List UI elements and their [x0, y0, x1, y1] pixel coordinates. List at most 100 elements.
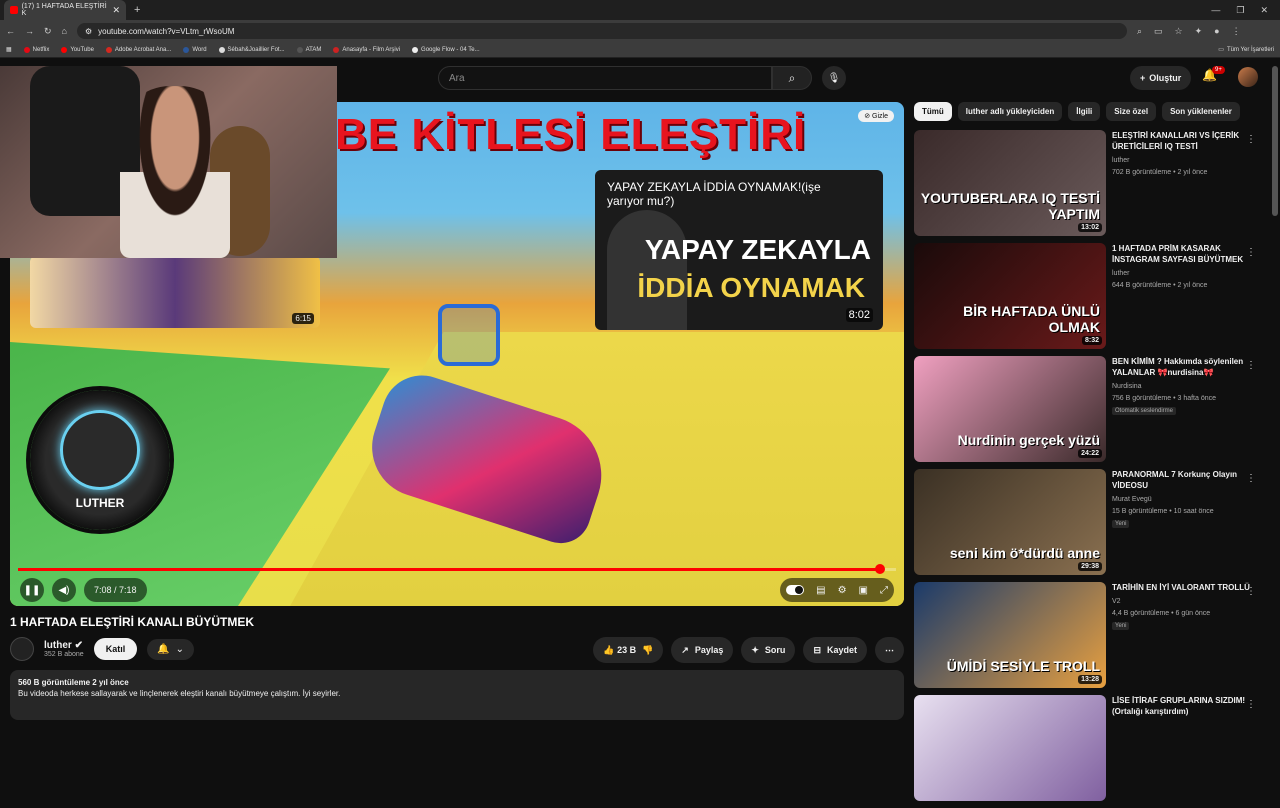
chip-related[interactable]: İlgili: [1068, 102, 1101, 121]
site-info-icon[interactable]: ⚙: [85, 27, 92, 36]
bookmark-star-icon[interactable]: ☆: [1175, 26, 1183, 37]
rec-channel[interactable]: Murat Evegü: [1112, 494, 1254, 506]
more-vert-icon[interactable]: ⋮: [1246, 473, 1256, 484]
volume-button[interactable]: ◀): [52, 578, 76, 602]
video-thumbnail[interactable]: ÜMİDİ SESİYLE TROLL 13:28: [914, 582, 1106, 688]
rec-meta: 4,4 B görüntüleme • 6 gün önce: [1112, 610, 1211, 617]
chip-all[interactable]: Tümü: [914, 102, 952, 121]
video-thumbnail[interactable]: [914, 695, 1106, 801]
more-vert-icon[interactable]: ⋮: [1246, 360, 1256, 371]
rec-title[interactable]: ELEŞTİRİ KANALLARI VS İÇERİK ÜRETİCİLERİ…: [1112, 130, 1254, 152]
rec-channel[interactable]: V2: [1112, 596, 1254, 608]
more-vert-icon[interactable]: ⋮: [1246, 586, 1256, 597]
end-screen-video-card[interactable]: 6:15: [30, 256, 320, 328]
youtube-icon: [61, 46, 68, 53]
bookmark-item[interactable]: Adobe Acrobat Ana...: [105, 46, 171, 53]
end-screen-channel-card[interactable]: LUTHER: [30, 390, 170, 530]
bookmarks-bar: ▦ Netflix YouTube Adobe Acrobat Ana... W…: [0, 42, 1280, 58]
like-button[interactable]: 👍 23 B: [603, 645, 636, 656]
bookmark-item[interactable]: Word: [183, 46, 207, 53]
video-thumbnail[interactable]: Nurdinin gerçek yüzü 24:22: [914, 356, 1106, 462]
url-field[interactable]: ⚙ youtube.com/watch?v=VLtm_rWsoUM: [76, 23, 1127, 39]
fullscreen-icon[interactable]: ⤢: [880, 585, 888, 596]
create-button[interactable]: + Oluştur: [1130, 66, 1192, 90]
chip-from-uploader[interactable]: luther adlı yükleyiciden: [957, 102, 1063, 121]
chip-for-you[interactable]: Size özel: [1106, 102, 1157, 121]
browser-tab[interactable]: (17) 1 HAFTADA ELEŞTİRİ K ✕: [4, 0, 126, 20]
extensions-icon[interactable]: ✦: [1195, 26, 1203, 37]
list-item[interactable]: seni kim ö*dürdü anne 29:38 PARANORMAL 7…: [914, 469, 1264, 582]
list-item[interactable]: YOUTUBERLARA IQ TESTİ YAPTIM 13:02 ELEŞT…: [914, 130, 1264, 243]
more-vert-icon[interactable]: ⋮: [1246, 247, 1256, 258]
more-vert-icon[interactable]: ⋮: [1246, 699, 1256, 710]
video-thumbnail[interactable]: seni kim ö*dürdü anne 29:38: [914, 469, 1106, 575]
miniplayer-icon[interactable]: ▣: [859, 585, 868, 596]
hide-cards-button[interactable]: ⊘ Gizle: [858, 110, 894, 122]
forward-icon[interactable]: →: [25, 26, 34, 36]
views-and-date: 560 B görüntüleme 2 yıl önce: [18, 678, 129, 687]
browser-tabbar: (17) 1 HAFTADA ELEŞTİRİ K ✕ + — ❐ ✕: [0, 0, 1280, 20]
ask-button[interactable]: ✦ Soru: [741, 637, 796, 663]
share-button[interactable]: ↗ Paylaş: [671, 637, 734, 663]
subscribed-button[interactable]: 🔔 ⌄: [147, 638, 195, 660]
bookmark-item[interactable]: Google Flow - 04 Te...: [412, 46, 480, 53]
rec-title[interactable]: 1 HAFTADA PRİM KASARAK İNSTAGRAM SAYFASI…: [1112, 243, 1254, 265]
video-thumbnail[interactable]: YOUTUBERLARA IQ TESTİ YAPTIM 13:02: [914, 130, 1106, 236]
bookmark-item[interactable]: Anasayfa - Film Arşivi: [333, 46, 400, 53]
subtitles-icon[interactable]: ▤: [816, 585, 825, 596]
search-button[interactable]: ⌕: [772, 66, 812, 90]
maximize-icon[interactable]: ❐: [1236, 5, 1244, 16]
close-tab-icon[interactable]: ✕: [112, 5, 120, 16]
cast-icon[interactable]: ▭: [1154, 26, 1163, 37]
voice-search-button[interactable]: 🎙: [822, 66, 846, 90]
rec-title[interactable]: PARANORMAL 7 Korkunç Olayın VİDEOSU: [1112, 469, 1254, 491]
duration-badge: 8:02: [845, 308, 873, 322]
description-box[interactable]: 560 B görüntüleme 2 yıl önce Bu videoda …: [10, 670, 904, 720]
list-item[interactable]: ÜMİDİ SESİYLE TROLL 13:28 TARİHİN EN İYİ…: [914, 582, 1264, 695]
progress-bar[interactable]: [18, 564, 896, 574]
rec-title[interactable]: LİSE İTİRAF GRUPLARINA SIZDIM! (Ortalığı…: [1112, 695, 1254, 717]
window-close-icon[interactable]: ✕: [1260, 5, 1268, 16]
rec-channel[interactable]: luther: [1112, 268, 1254, 280]
search-input[interactable]: Ara: [438, 66, 772, 90]
list-item[interactable]: Nurdinin gerçek yüzü 24:22 BEN KİMİM ? H…: [914, 356, 1264, 469]
save-button[interactable]: ⊟ Kaydet: [803, 637, 867, 663]
rec-channel[interactable]: Nurdisina: [1112, 381, 1254, 393]
new-tab-icon[interactable]: +: [134, 4, 140, 16]
channel-name[interactable]: luther ✔: [44, 640, 84, 651]
autoplay-toggle[interactable]: [786, 585, 805, 595]
scrollbar[interactable]: [1272, 66, 1278, 216]
rec-title[interactable]: TARİHİN EN İYİ VALORANT TROLLÜ: [1112, 582, 1254, 593]
pause-button[interactable]: ❚❚: [20, 578, 44, 602]
bookmark-item[interactable]: ATAM: [296, 46, 321, 53]
netflix-icon: [23, 46, 30, 53]
end-screen-video-card[interactable]: YAPAY ZEKAYLA İDDİA OYNAMAK!(işe yarıyor…: [595, 170, 883, 330]
thumbnail-caption: ÜMİDİ SESİYLE TROLL: [946, 658, 1100, 674]
all-bookmarks[interactable]: ▭ Tüm Yer İşaretleri: [1218, 46, 1274, 54]
channel-avatar[interactable]: [10, 637, 34, 661]
join-button[interactable]: Katıl: [93, 638, 138, 660]
settings-gear-icon[interactable]: ⚙: [838, 585, 847, 596]
list-item[interactable]: BİR HAFTADA ÜNLÜ OLMAK 8:32 1 HAFTADA PR…: [914, 243, 1264, 356]
dislike-button[interactable]: 👎: [642, 645, 653, 656]
back-icon[interactable]: ←: [6, 26, 15, 36]
rec-channel[interactable]: luther: [1112, 155, 1254, 167]
menu-icon[interactable]: ⋮: [1232, 26, 1241, 37]
minimize-icon[interactable]: —: [1211, 5, 1220, 16]
profile-icon[interactable]: ●: [1214, 26, 1219, 37]
bookmark-item[interactable]: Netflix: [23, 46, 49, 53]
home-icon[interactable]: ⌂: [62, 26, 67, 36]
avatar[interactable]: [1238, 67, 1258, 87]
list-item[interactable]: LİSE İTİRAF GRUPLARINA SIZDIM! (Ortalığı…: [914, 695, 1264, 808]
bookmark-item[interactable]: Sébah&Joaillier Fot...: [218, 46, 285, 53]
more-vert-icon[interactable]: ⋮: [1246, 134, 1256, 145]
more-actions-button[interactable]: ⋯: [875, 637, 904, 663]
chip-recent[interactable]: Son yüklenenler: [1162, 102, 1240, 121]
apps-icon[interactable]: ▦: [6, 46, 12, 53]
reload-icon[interactable]: ↻: [44, 26, 52, 37]
folder-icon: ▭: [1218, 47, 1224, 53]
bookmark-item[interactable]: YouTube: [61, 46, 94, 53]
rec-title[interactable]: BEN KİMİM ? Hakkımda söylenilen YALANLAR…: [1112, 356, 1254, 378]
video-thumbnail[interactable]: BİR HAFTADA ÜNLÜ OLMAK 8:32: [914, 243, 1106, 349]
zoom-icon[interactable]: ⌕: [1137, 26, 1142, 37]
